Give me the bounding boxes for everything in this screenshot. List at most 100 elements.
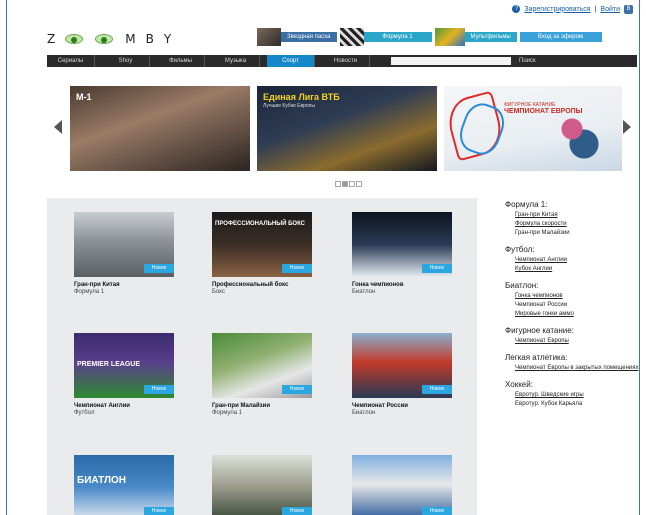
video-card[interactable]: Новое xyxy=(352,455,457,515)
category-football: Футбол: Чемпионат Англии Кубок Англии xyxy=(505,245,639,272)
video-card[interactable]: PREMIER LEAGUE Новое Чемпионат Англии Фу… xyxy=(74,333,179,416)
social-icon[interactable]: В xyxy=(624,4,633,14)
new-badge: Новое xyxy=(282,507,312,515)
video-card[interactable]: Новое Чемпионат России Биатлон xyxy=(352,333,457,416)
category-link[interactable]: Чемпионат Европы в закрытых помещениях xyxy=(515,365,639,371)
category-link[interactable]: Евротур. Шведские игры xyxy=(515,392,639,398)
thumbnail-caption: PREMIER LEAGUE xyxy=(77,361,141,368)
nav-item-news[interactable]: Новости xyxy=(322,55,370,67)
video-card[interactable]: БИАТЛОН Новое xyxy=(74,455,179,515)
new-badge: Новое xyxy=(422,264,452,273)
promo-thumbnail xyxy=(257,28,281,46)
card-subtitle: Бокс xyxy=(212,289,225,295)
promo-banners: Звездная пасха Формула 1 Мультфильмы Вхо… xyxy=(257,28,602,46)
category-title: Футбол: xyxy=(505,245,535,254)
video-thumbnail: БИАТЛОН Новое xyxy=(74,455,174,515)
checkered-flag-icon xyxy=(339,28,364,46)
promo-cartoons[interactable]: Мультфильмы xyxy=(434,28,517,46)
carousel-slide[interactable]: ФИГУРНОЕ КАТАНИЕ ЧЕМПИОНАТ ЕВРОПЫ xyxy=(444,86,622,171)
carousel-prev-icon[interactable] xyxy=(54,120,62,134)
promo-label: Мультфильмы xyxy=(464,32,517,42)
nav-item-films[interactable]: Фильмы xyxy=(157,55,205,67)
category-link[interactable]: Гран-при Китая xyxy=(515,212,639,218)
category-formula1: Формула 1: Гран-при Китая Формула скорос… xyxy=(505,200,639,236)
category-link[interactable]: Кубок Англии xyxy=(515,266,639,272)
card-subtitle: Футбол xyxy=(74,410,95,416)
logo-letter: B xyxy=(145,32,164,46)
slide-title: Единая Лига ВТБ xyxy=(263,92,340,102)
category-title: Формула 1: xyxy=(505,200,548,209)
category-link[interactable]: Гонка чемпионов xyxy=(515,293,639,299)
search-button[interactable]: Поиск xyxy=(519,58,536,64)
category-link[interactable]: Чемпионат Европы xyxy=(515,338,639,344)
login-link[interactable]: Войти xyxy=(600,6,620,13)
video-card[interactable]: ПРОФЕССИОНАЛЬНЫЙ БОКС Новое Профессионал… xyxy=(212,212,317,295)
pager-dot[interactable] xyxy=(335,181,341,187)
new-badge: Новое xyxy=(144,264,174,273)
promo-label: Формула 1 xyxy=(363,32,432,42)
video-thumbnail: Новое xyxy=(352,333,452,398)
promo-thumbnail xyxy=(434,28,465,46)
separator: | xyxy=(594,5,597,13)
category-link[interactable]: Евротур. Кубок Карьяла xyxy=(515,401,639,407)
video-thumbnail: Новое xyxy=(212,333,312,398)
slide-title: M-1 xyxy=(76,92,92,102)
promo-live[interactable]: Вход за эфиром xyxy=(519,28,602,46)
nav-item-show[interactable]: Shoy xyxy=(102,55,150,67)
new-badge: Новое xyxy=(422,507,452,515)
video-thumbnail: Новое xyxy=(74,212,174,277)
nav-item-sport[interactable]: Спорт xyxy=(267,55,315,67)
nav-item-music[interactable]: Музыка xyxy=(212,55,260,67)
video-thumbnail: PREMIER LEAGUE Новое xyxy=(74,333,174,398)
new-badge: Новое xyxy=(422,385,452,394)
promo-label: Звездная пасха xyxy=(281,32,337,42)
main-nav: Сериалы Shoy Фильмы Музыка Спорт Новости… xyxy=(47,55,637,67)
thumbnail-caption: ПРОФЕССИОНАЛЬНЫЙ БОКС xyxy=(215,221,306,227)
skaters-image xyxy=(548,114,608,164)
promo-star-easter[interactable]: Звездная пасха xyxy=(257,28,337,46)
new-badge: Новое xyxy=(282,264,312,273)
category-athletics: Легкая атлетика: Чемпионат Европы в закр… xyxy=(505,353,639,371)
category-link[interactable]: Формула скорости xyxy=(515,221,639,227)
pager-dot[interactable] xyxy=(349,181,355,187)
card-subtitle: Биатлон xyxy=(352,289,376,295)
category-link[interactable]: Чемпионат России xyxy=(515,302,639,308)
card-title: Чемпионат России xyxy=(352,403,408,409)
new-badge: Новое xyxy=(144,507,174,515)
carousel-slide[interactable]: M-1 xyxy=(70,86,250,171)
category-link[interactable]: Мировые гонки аммо xyxy=(515,311,639,317)
video-card[interactable]: Новое Гран-при Малайзии Формула 1 xyxy=(212,333,317,416)
register-link[interactable]: Зарегистрироваться xyxy=(524,6,590,13)
video-card[interactable]: Новое Гран-при Китая Формула 1 xyxy=(74,212,179,295)
card-title: Гонка чемпионов xyxy=(352,282,404,288)
category-link[interactable]: Гран-при Малайзии xyxy=(515,230,639,236)
carousel-next-icon[interactable] xyxy=(623,120,631,134)
logo-letter: Y xyxy=(163,32,182,46)
video-thumbnail: Новое xyxy=(352,455,452,515)
promo-formula1[interactable]: Формула 1 xyxy=(339,28,432,46)
video-card[interactable]: Новое Гонка чемпионов Биатлон xyxy=(352,212,457,295)
pager-dot[interactable] xyxy=(356,181,362,187)
video-card[interactable]: Новое xyxy=(212,455,317,515)
slide-subtitle: Лучшие Кубки Европы xyxy=(263,103,315,109)
account-links: ? Зарегистрироваться | Войти В xyxy=(399,4,633,14)
card-title: Профессиональный бокс xyxy=(212,282,289,288)
card-subtitle: Формула 1 xyxy=(74,289,105,295)
card-title: Гран-при Малайзии xyxy=(212,403,271,409)
logo-letter: M xyxy=(125,32,146,46)
category-figure-skating: Фигурное катание: Чемпионат Европы xyxy=(505,326,639,344)
category-title: Легкая атлетика: xyxy=(505,353,568,362)
eye-icon xyxy=(95,34,114,44)
card-title: Чемпионат Англии xyxy=(74,403,130,409)
video-thumbnail: Новое xyxy=(212,455,312,515)
card-subtitle: Биатлон xyxy=(352,410,376,416)
nav-item-serials[interactable]: Сериалы xyxy=(47,55,95,67)
search-input[interactable] xyxy=(391,57,511,65)
site-logo[interactable]: Z M B Y xyxy=(47,30,181,48)
category-link[interactable]: Чемпионат Англии xyxy=(515,257,639,263)
pager-dot[interactable] xyxy=(342,181,348,187)
video-thumbnail: ПРОФЕССИОНАЛЬНЫЙ БОКС Новое xyxy=(212,212,312,277)
carousel-slide[interactable]: Единая Лига ВТБ Лучшие Кубки Европы xyxy=(257,86,437,171)
category-title: Биатлон: xyxy=(505,281,539,290)
carousel-pager xyxy=(335,181,362,187)
